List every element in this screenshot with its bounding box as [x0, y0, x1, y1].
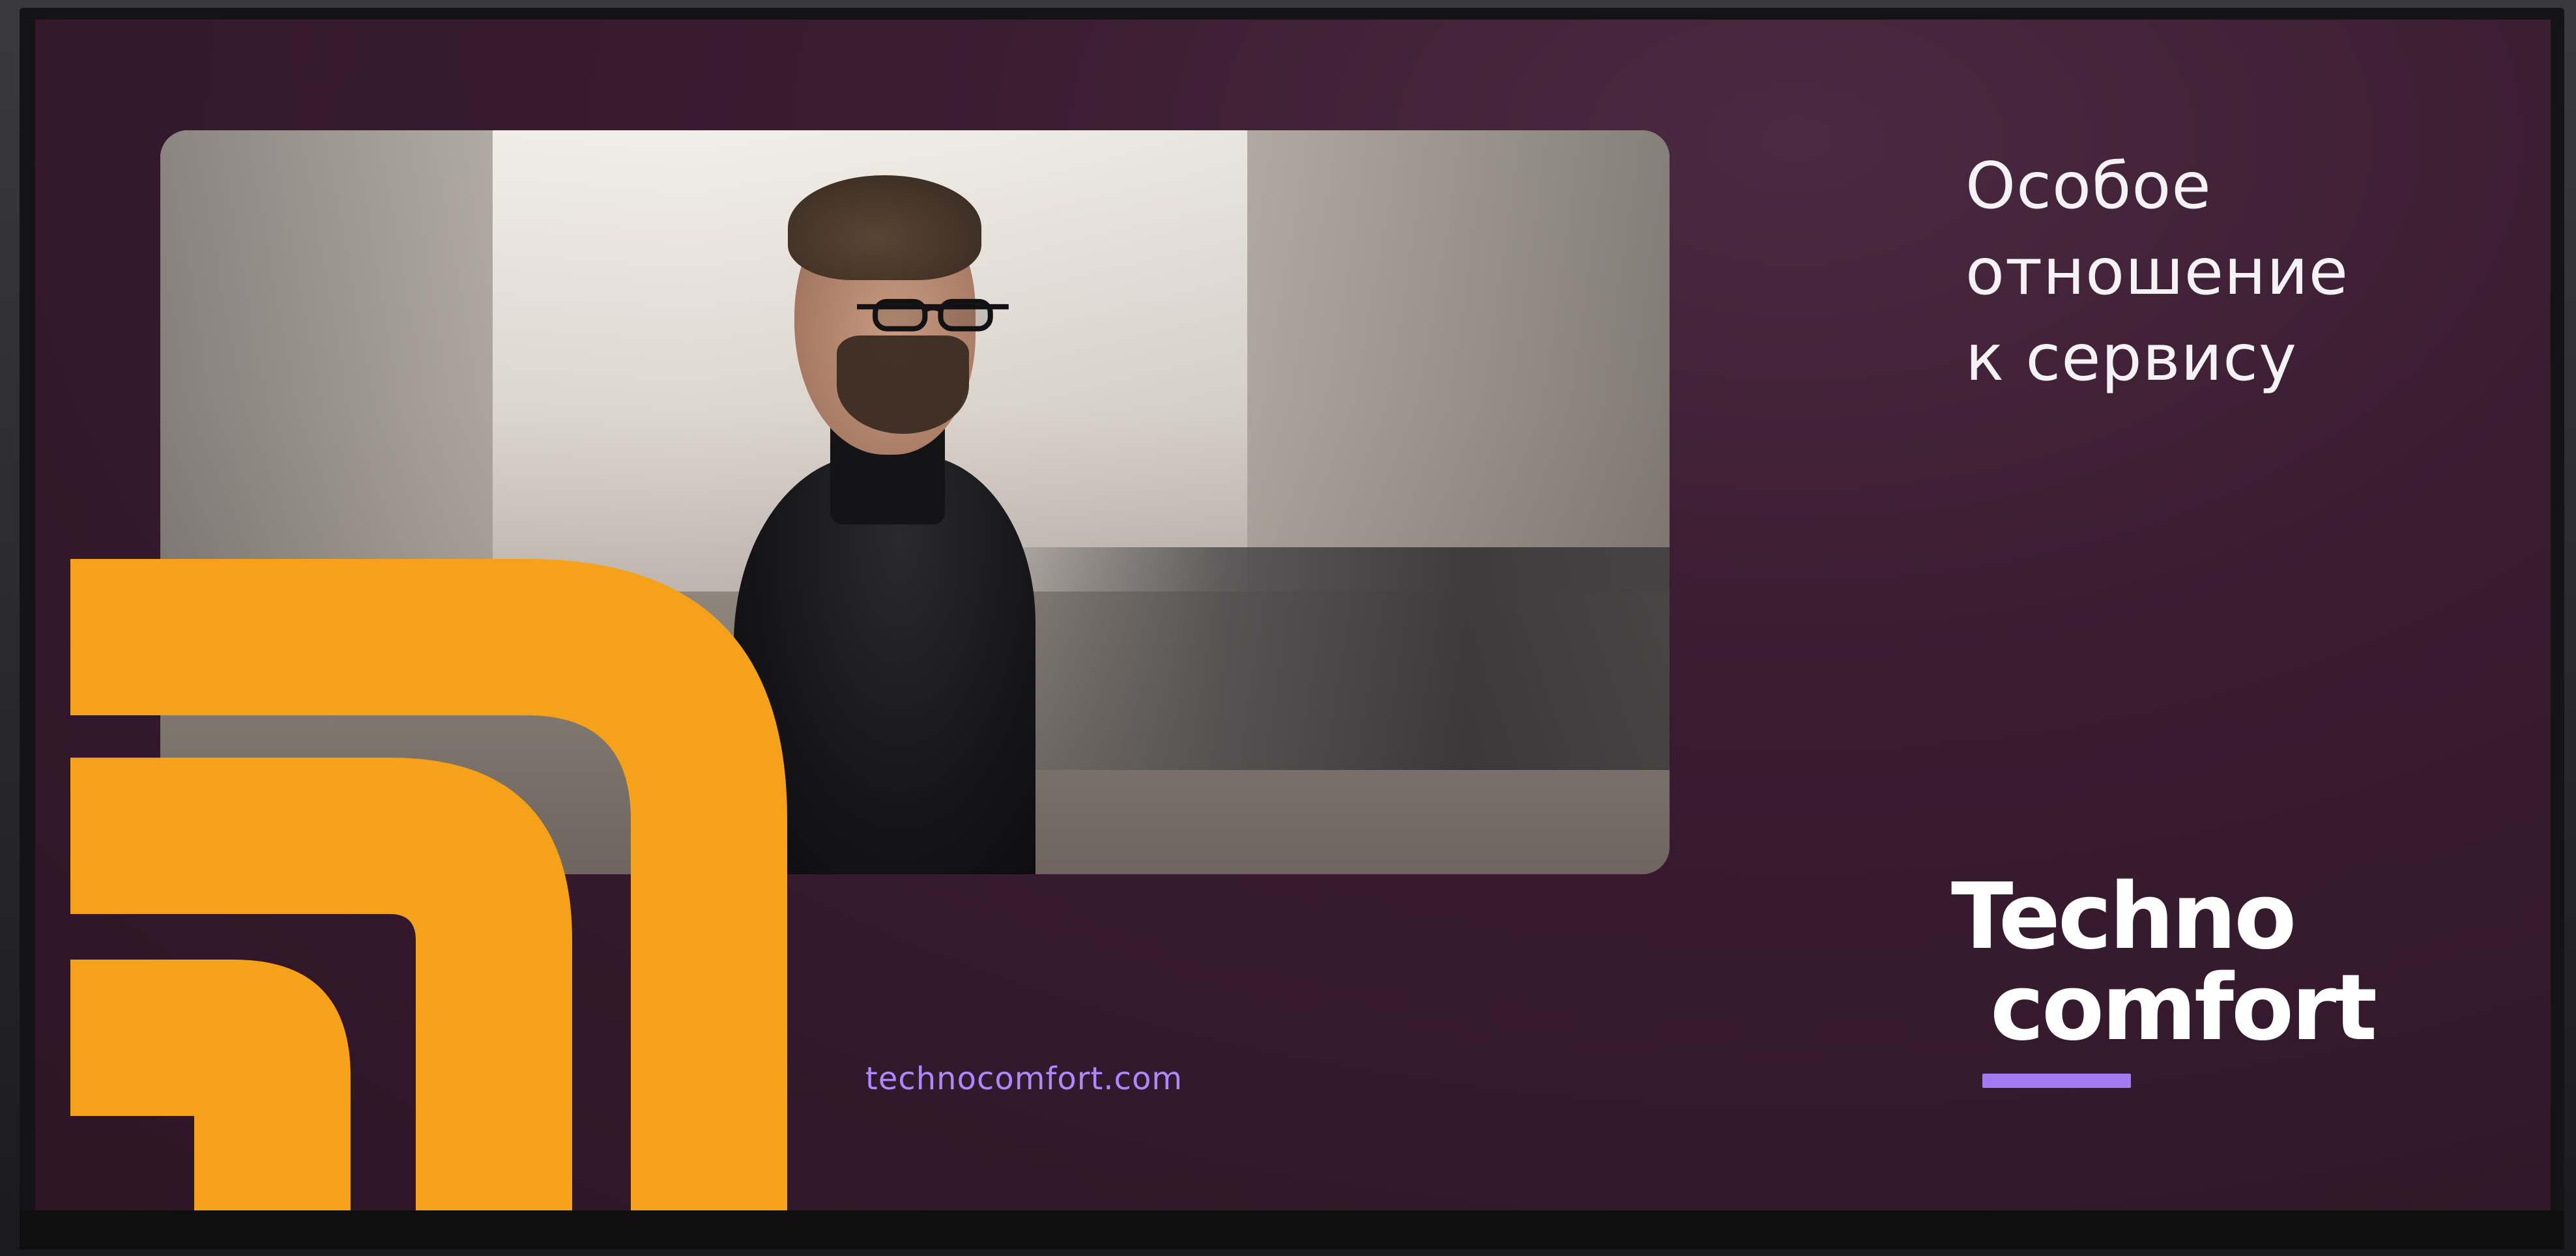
glasses-icon — [857, 299, 1009, 332]
billboard-screen: Особое отношение к сервису technocomfort… — [35, 20, 2551, 1210]
brand-logo-line-2: comfort — [1990, 955, 2377, 1061]
photo-parked-cars — [990, 547, 1670, 771]
person-beard — [836, 335, 970, 434]
brand-underline — [1982, 1074, 2131, 1088]
person-hair — [788, 175, 981, 280]
brand-logo: Techno comfort — [1951, 864, 2485, 1109]
headline-line-3: к сервису — [1965, 321, 2298, 395]
brand-logo-shape-icon — [70, 559, 787, 1210]
headline-line-1: Особое — [1965, 149, 2212, 223]
brand-logo-line-1: Techno — [1951, 864, 2296, 970]
headline: Особое отношение к сервису — [1965, 143, 2551, 401]
website-link[interactable]: technocomfort.com — [865, 1061, 1183, 1097]
billboard-bottom-bar — [20, 1210, 2564, 1249]
headline-line-2: отношение — [1965, 235, 2349, 309]
